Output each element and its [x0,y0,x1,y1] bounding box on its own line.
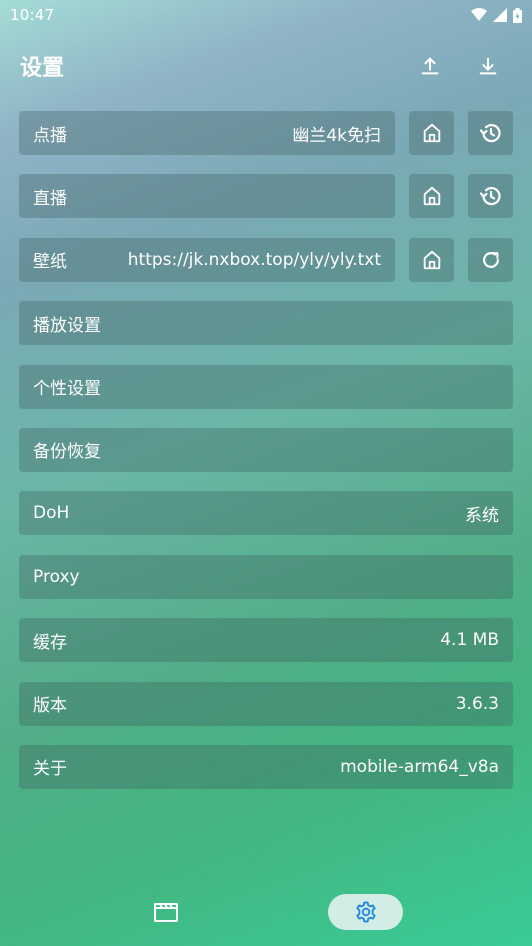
cache-label: 缓存 [33,632,67,653]
row-cache: 缓存 4.1 MB [19,618,513,663]
header: 设置 [0,44,532,88]
wallpaper-value: https://jk.nxbox.top/yly/yly.txt [127,249,381,270]
wallpaper-home-button[interactable] [409,237,454,282]
status-icons [471,7,522,23]
wallpaper-setting[interactable]: 壁纸 https://jk.nxbox.top/yly/yly.txt [19,237,395,282]
cache-value: 4.1 MB [440,630,499,651]
vod-label: 点播 [33,125,67,146]
download-icon [479,57,497,75]
upload-button[interactable] [416,52,444,80]
player-label: 播放设置 [33,315,101,336]
version-setting[interactable]: 版本 3.6.3 [19,681,513,726]
doh-setting[interactable]: DoH 系统 [19,491,513,536]
personal-setting[interactable]: 个性设置 [19,364,513,409]
proxy-setting[interactable]: Proxy [19,554,513,599]
version-value: 3.6.3 [455,693,499,714]
live-home-button[interactable] [409,174,454,219]
bottom-nav [0,892,532,932]
refresh-icon [482,251,499,268]
about-setting[interactable]: 关于 mobile-arm64_v8a [19,744,513,789]
nav-vod[interactable] [146,894,186,930]
settings-list: 点播 幽兰4k免扫 直播 壁纸 https://jk.nxbox.top/yly… [19,111,513,808]
row-version: 版本 3.6.3 [19,681,513,726]
vod-value: 幽兰4k免扫 [292,125,381,146]
row-live: 直播 [19,174,513,219]
vod-history-button[interactable] [468,111,513,155]
row-about: 关于 mobile-arm64_v8a [19,744,513,789]
personal-label: 个性设置 [33,379,101,400]
about-value: mobile-arm64_v8a [340,756,499,777]
backup-label: 备份恢复 [33,442,101,463]
row-personal: 个性设置 [19,364,513,409]
wallpaper-label: 壁纸 [33,252,67,273]
version-label: 版本 [33,696,67,717]
status-bar: 10:47 [0,0,532,30]
doh-value: 系统 [465,505,499,526]
live-history-button[interactable] [468,174,513,219]
header-actions [416,52,502,80]
row-player: 播放设置 [19,301,513,346]
live-setting[interactable]: 直播 [19,174,395,219]
backup-setting[interactable]: 备份恢复 [19,427,513,472]
row-vod: 点播 幽兰4k免扫 [19,111,513,155]
doh-label: DoH [33,503,70,524]
row-doh: DoH 系统 [19,491,513,536]
cache-setting[interactable]: 缓存 4.1 MB [19,618,513,663]
live-label: 直播 [33,188,67,209]
wallpaper-refresh-button[interactable] [468,237,513,282]
home-icon [423,123,440,143]
download-button[interactable] [474,52,502,80]
gear-icon [355,901,376,923]
status-time: 10:47 [10,6,55,24]
about-label: 关于 [33,759,67,780]
history-icon [479,187,501,206]
signal-icon [493,8,507,22]
battery-icon [513,7,522,23]
home-icon [423,250,440,269]
vod-setting[interactable]: 点播 幽兰4k免扫 [19,111,395,155]
proxy-label: Proxy [33,566,80,587]
upload-icon [421,57,439,75]
history-icon [479,124,501,143]
player-setting[interactable]: 播放设置 [19,301,513,346]
vod-home-button[interactable] [409,111,454,155]
row-wallpaper: 壁纸 https://jk.nxbox.top/yly/yly.txt [19,237,513,282]
page-title: 设置 [20,56,65,81]
row-proxy: Proxy [19,554,513,599]
nav-settings[interactable] [328,894,403,930]
clapperboard-icon [154,903,178,922]
home-icon [423,187,440,206]
row-backup: 备份恢复 [19,427,513,472]
wifi-icon [471,8,487,21]
